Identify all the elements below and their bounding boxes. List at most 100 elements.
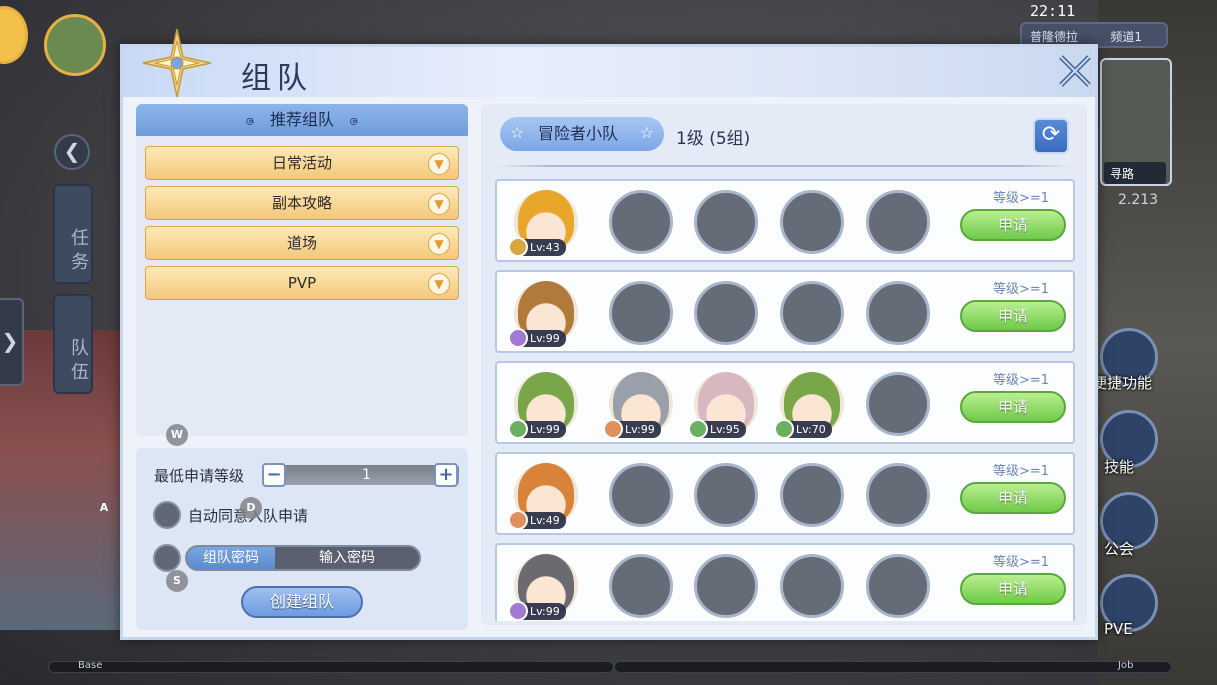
category-label: 日常活动 [271,154,332,172]
expand-panel-icon[interactable]: ❯ [0,298,24,386]
tab-quest-label: 任务 [68,228,89,276]
team-row: Lv:99 等级>=1 申请 [495,270,1075,353]
auto-accept-toggle[interactable] [153,501,181,529]
password-toggle[interactable] [153,544,181,572]
class-icon [603,419,623,439]
apply-button[interactable]: 申请 [960,209,1066,241]
apply-button[interactable]: 申请 [960,300,1066,332]
player-avatar[interactable] [44,14,106,76]
create-team-button[interactable]: 创建组队 [241,586,363,618]
member-level: Lv:95 [688,419,746,439]
member-level: Lv:99 [508,419,566,439]
category-label: PVP [287,274,317,292]
apply-button[interactable]: 申请 [960,391,1066,423]
class-icon [508,328,528,348]
key-hint-w: W [166,424,188,446]
min-level-value: 1 [362,467,371,483]
team-dialog: 组队 ဇ 推荐组队 ဇ 日常活动 ▼ 副本攻略 ▼ 道场 ▼ PVP ▼ 最低申… [120,28,1098,640]
recommend-title: 推荐组队 [269,110,334,129]
shortcut-label: 便捷功能 [1092,374,1153,392]
collapse-arrow-icon[interactable]: ❮ [54,134,90,170]
member-level: Lv:99 [603,419,661,439]
divider [495,165,1073,167]
apply-button[interactable]: 申请 [960,482,1066,514]
star-icon: ☆ [510,123,525,142]
level-requirement: 等级>=1 [992,282,1050,297]
job-exp-label: Job [1118,660,1134,671]
member-level-text: Lv:99 [530,423,560,436]
wing-left-icon: ဇ [245,110,255,129]
category-dojo[interactable]: 道场 ▼ [145,226,459,260]
member-avatar[interactable]: Lv:49 [508,463,578,530]
category-dungeon[interactable]: 副本攻略 ▼ [145,186,459,220]
create-team-panel: 最低申请等级 1 − + 自动同意入队申请 组队密码 创建组队 [136,448,468,630]
chevron-down-icon: ▼ [428,233,450,255]
close-icon[interactable] [1057,53,1093,89]
member-level-text: Lv:99 [530,605,560,618]
member-avatar[interactable]: Lv:70 [774,372,844,439]
member-level-text: Lv:70 [796,423,826,436]
guild-label: 公会 [1104,540,1135,558]
base-exp-bar [48,661,614,673]
password-input[interactable] [275,547,419,569]
category-pvp[interactable]: PVP ▼ [145,266,459,300]
category-label: 副本攻略 [271,194,332,212]
job-exp-bar [614,661,1172,673]
navigate-button[interactable]: 寻路 [1104,162,1166,184]
min-level-label: 最低申请等级 [154,467,245,485]
member-level: Lv:99 [508,601,566,621]
team-row: Lv:43 等级>=1 申请 [495,179,1075,262]
wing-right-icon: ဇ [349,110,359,129]
compass-emblem-icon [142,28,212,98]
team-list-panel: ☆ 冒险者小队 ☆ 1级 (5组) ⟳ Lv:43 等级>=1 申请 Lv:99 等级>… [481,104,1087,625]
clock: 22:11 [1030,2,1076,20]
member-level: Lv:43 [508,237,566,257]
member-level: Lv:70 [774,419,832,439]
pve-label: PVE [1104,620,1133,638]
key-hint-s: S [166,570,188,592]
member-avatar[interactable]: Lv:99 [508,554,578,621]
refresh-icon[interactable]: ⟳ [1033,118,1069,154]
increase-button[interactable]: + [434,463,458,487]
member-level-text: Lv:99 [625,423,655,436]
key-hint-d: D [240,497,262,519]
min-level-stepper[interactable]: 1 [274,465,459,485]
member-avatar[interactable]: Lv:43 [508,190,578,257]
empty-slot [780,190,844,254]
channel-name: 频道1 [1110,30,1142,44]
member-avatar[interactable]: Lv:95 [688,372,758,439]
empty-slot [609,190,673,254]
team-row: Lv:49 等级>=1 申请 [495,452,1075,535]
skill-label: 技能 [1104,458,1135,476]
level-requirement: 等级>=1 [992,191,1050,206]
member-level: Lv:49 [508,510,566,530]
category-daily[interactable]: 日常活动 ▼ [145,146,459,180]
tab-party[interactable]: 队伍 [53,294,93,394]
member-avatar[interactable]: Lv:99 [603,372,673,439]
class-icon [508,419,528,439]
class-icon [508,510,528,530]
recommend-header: ဇ 推荐组队 ဇ [136,104,468,136]
tab-adventurer-team[interactable]: ☆ 冒险者小队 ☆ [500,117,664,151]
empty-slot [694,463,758,527]
member-avatar[interactable]: Lv:99 [508,372,578,439]
empty-slot [866,281,930,345]
dialog-header: 组队 [123,28,1095,98]
apply-button[interactable]: 申请 [960,573,1066,605]
tab-party-label: 队伍 [68,338,89,386]
team-row: Lv:99 等级>=1 申请 [495,543,1075,621]
level-info: 1级 (5组) [676,129,751,149]
empty-slot [866,463,930,527]
location-name: 普隆德拉 [1030,30,1079,44]
decrease-button[interactable]: − [262,463,286,487]
member-level-text: Lv:99 [530,332,560,345]
member-level-text: Lv:43 [530,241,560,254]
chevron-down-icon: ▼ [428,153,450,175]
empty-slot [609,554,673,618]
tab-quest[interactable]: 任务 [53,184,93,284]
key-hint-a: A [99,501,109,514]
member-avatar[interactable]: Lv:99 [508,281,578,348]
chevron-down-icon: ▼ [428,193,450,215]
empty-slot [780,463,844,527]
empty-slot [694,281,758,345]
